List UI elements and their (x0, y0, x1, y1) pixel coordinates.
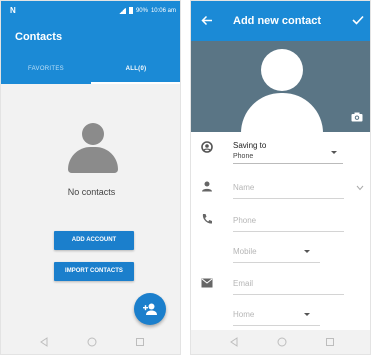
signal-icon (118, 7, 126, 14)
screenshot: N 90% 10:06 am Contacts FAVORITES ALL(0) (0, 0, 371, 355)
tab-bar: FAVORITES ALL(0) (1, 58, 180, 84)
email-icon (201, 278, 213, 288)
import-contacts-button[interactable]: IMPORT CONTACTS (54, 262, 134, 281)
nav-bar (1, 330, 180, 354)
empty-avatar-icon (68, 123, 118, 175)
camera-icon[interactable] (351, 112, 363, 122)
add-account-button[interactable]: ADD ACCOUNT (54, 231, 134, 250)
saving-to-dropdown-icon[interactable] (331, 151, 337, 154)
avatar-head (82, 123, 104, 145)
contacts-header: N 90% 10:06 am Contacts FAVORITES ALL(0) (1, 1, 180, 84)
battery-icon (128, 7, 133, 14)
expand-name-icon[interactable] (356, 185, 364, 191)
email-type-underline (233, 325, 320, 326)
email-input[interactable]: Email (233, 279, 253, 288)
check-icon[interactable] (352, 15, 364, 25)
email-type-dropdown-icon[interactable] (304, 313, 310, 316)
status-right: 90% 10:06 am (118, 7, 176, 14)
recents-nav-icon[interactable] (135, 337, 145, 347)
phone-underline (233, 231, 344, 232)
notification-logo: N (10, 6, 16, 15)
saving-to-underline (233, 163, 343, 164)
page-title: Contacts (15, 31, 63, 43)
back-arrow-icon[interactable] (201, 15, 213, 26)
page-title: Add new contact (233, 15, 322, 27)
status-bar: N 90% 10:06 am (1, 1, 180, 21)
add-contact-screen: Add new contact Saving to Phone Name Pho… (190, 0, 371, 355)
photo-avatar-head (261, 49, 303, 91)
home-nav-icon[interactable] (277, 337, 287, 347)
empty-state-text: No contacts (67, 187, 116, 197)
name-underline (233, 198, 344, 199)
name-input[interactable]: Name (233, 183, 254, 192)
tab-all-label: ALL(0) (125, 66, 147, 72)
back-nav-icon[interactable] (39, 337, 49, 347)
tab-all[interactable]: ALL(0) (91, 58, 180, 84)
avatar-body (68, 147, 118, 173)
phone-icon (202, 214, 212, 224)
phone-type-underline (233, 262, 320, 263)
phone-input[interactable]: Phone (233, 216, 256, 225)
photo-avatar-body (241, 93, 323, 133)
add-contact-icon (143, 303, 157, 315)
contacts-screen: N 90% 10:06 am Contacts FAVORITES ALL(0) (0, 0, 181, 355)
contact-photo-area[interactable] (191, 41, 370, 133)
saving-to-label: Saving to (233, 141, 267, 150)
home-nav-icon[interactable] (87, 337, 97, 347)
battery-percent: 90% (135, 7, 148, 14)
tab-favorites[interactable]: FAVORITES (1, 58, 91, 84)
account-circle-icon (201, 141, 213, 153)
phone-type-dropdown-icon[interactable] (304, 250, 310, 253)
nav-bar (191, 330, 370, 354)
saving-to-value[interactable]: Phone (233, 153, 253, 160)
app-bar: Add new contact (191, 1, 370, 41)
status-time: 10:06 am (150, 7, 176, 14)
back-nav-icon[interactable] (229, 337, 239, 347)
email-underline (233, 294, 344, 295)
tab-indicator (91, 82, 180, 84)
recents-nav-icon[interactable] (325, 337, 335, 347)
person-icon (202, 181, 212, 192)
phone-type-select[interactable]: Mobile (233, 247, 257, 256)
email-type-select[interactable]: Home (233, 310, 254, 319)
add-contact-fab[interactable] (134, 293, 166, 325)
